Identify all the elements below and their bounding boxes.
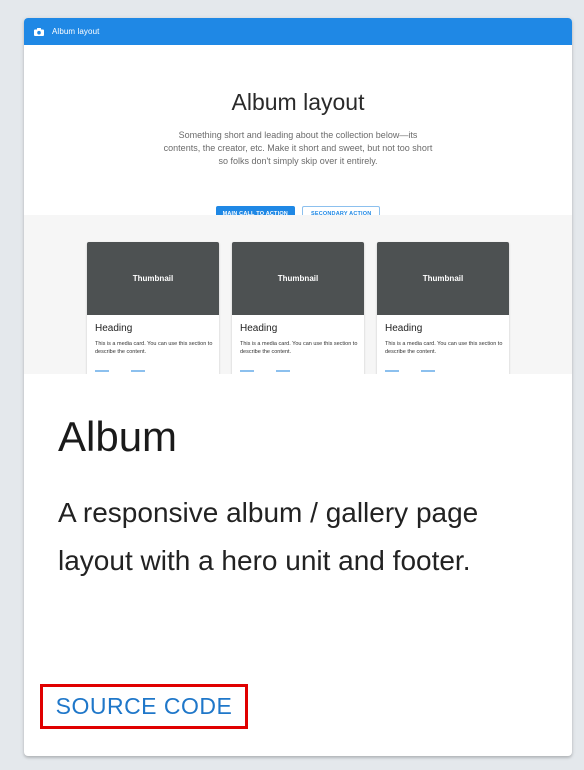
preview-media-card: Thumbnail Heading This is a media card. …	[232, 242, 364, 374]
template-preview[interactable]: Album layout Album layout Something shor…	[24, 18, 572, 374]
preview-thumbnail: Thumbnail	[377, 242, 509, 315]
preview-media-card: Thumbnail Heading This is a media card. …	[377, 242, 509, 374]
preview-appbar-title: Album layout	[52, 27, 100, 36]
camera-icon	[34, 27, 44, 36]
card-title: Album	[58, 413, 178, 460]
card-description: A responsive album / gallery page layout…	[58, 497, 479, 576]
preview-card-text: This is a media card. You can use this s…	[95, 341, 213, 355]
preview-card-heading: Heading	[240, 323, 278, 334]
preview-media-card: Thumbnail Heading This is a media card. …	[87, 242, 219, 374]
preview-thumbnail: Thumbnail	[232, 242, 364, 315]
source-code-button[interactable]: SOURCE CODE	[40, 684, 248, 729]
template-card: Album layout Album layout Something shor…	[24, 18, 572, 756]
preview-card-heading: Heading	[95, 323, 133, 334]
preview-card-actions	[95, 370, 145, 372]
preview-card-text: This is a media card. You can use this s…	[240, 341, 358, 355]
preview-card-text: This is a media card. You can use this s…	[385, 341, 503, 355]
preview-card-actions	[385, 370, 435, 372]
preview-hero: Album layout Something short and leading…	[24, 45, 572, 221]
preview-gallery: Thumbnail Heading This is a media card. …	[24, 215, 572, 374]
preview-hero-title: Album layout	[231, 89, 365, 115]
preview-thumbnail: Thumbnail	[87, 242, 219, 315]
preview-card-heading: Heading	[385, 323, 423, 334]
preview-card-actions	[240, 370, 290, 372]
preview-hero-description: Something short and leading about the co…	[163, 130, 433, 166]
preview-appbar: Album layout	[24, 18, 572, 45]
